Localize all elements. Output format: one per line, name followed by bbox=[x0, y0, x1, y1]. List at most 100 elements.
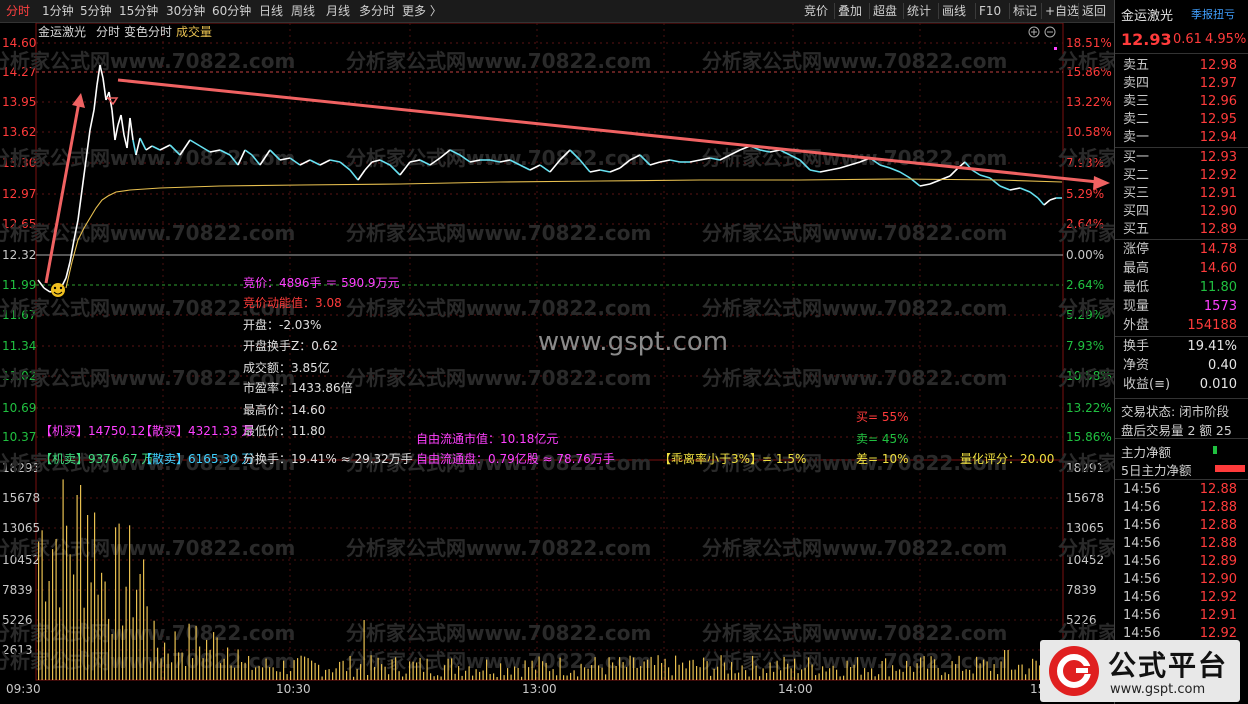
volume-bar bbox=[678, 664, 680, 680]
period-tab-15min[interactable]: 15分钟 bbox=[119, 0, 158, 22]
volume-bar bbox=[731, 662, 733, 680]
price-line-segment bbox=[329, 159, 341, 163]
volume-bar bbox=[864, 668, 866, 680]
volume-bar bbox=[465, 670, 467, 680]
overlay-button[interactable]: 叠加 bbox=[838, 0, 862, 22]
add-watchlist-button[interactable]: +自选 bbox=[1045, 0, 1079, 22]
quote-stat-row: 最高 14.60 bbox=[1121, 260, 1245, 278]
period-tab-more[interactable]: 更多 〉 bbox=[402, 0, 442, 22]
volume-bar bbox=[745, 670, 747, 680]
volume-bar bbox=[377, 657, 379, 680]
volume-bar bbox=[304, 656, 306, 680]
volume-bar bbox=[335, 668, 337, 680]
period-tab-5min[interactable]: 5分钟 bbox=[80, 0, 112, 22]
volume-bar bbox=[948, 674, 950, 680]
period-tab-1min[interactable]: 1分钟 bbox=[42, 0, 74, 22]
back-button[interactable]: 返回 bbox=[1082, 0, 1106, 22]
draw-button[interactable]: 画线 bbox=[942, 0, 966, 22]
ask-row-value: 12.94 bbox=[1199, 130, 1237, 145]
volume-bar bbox=[402, 676, 404, 680]
super-button[interactable]: 超盘 bbox=[873, 0, 897, 22]
volume-bar bbox=[486, 659, 488, 680]
chart-volume-label: 成交量 bbox=[176, 24, 212, 39]
price-tick-label: 12.97 bbox=[2, 187, 36, 201]
volume-bar bbox=[871, 668, 873, 680]
intraday-chart[interactable]: 14.60 18.51% 14.27 15.86% 13.95 13.22% 13.62 10… bbox=[0, 23, 1114, 704]
volume-bar bbox=[920, 657, 922, 680]
chart-variant-label: 变色分时 bbox=[124, 24, 172, 39]
volume-bar bbox=[115, 527, 117, 680]
volume-bar bbox=[514, 666, 516, 680]
zoom-in-icon[interactable] bbox=[1028, 26, 1040, 38]
period-tab-30min[interactable]: 30分钟 bbox=[166, 0, 205, 22]
intraday-chart-svg: 14.60 18.51%14.27 15.86%13.95 13.22%13.62 10… bbox=[0, 23, 1114, 696]
ask-row: 卖四 12.97 bbox=[1121, 75, 1245, 93]
volume-bar bbox=[97, 594, 99, 680]
volume-bar bbox=[101, 572, 103, 680]
auction-button[interactable]: 竞价 bbox=[804, 0, 828, 22]
volume-bar bbox=[496, 677, 498, 680]
volume-bar bbox=[892, 665, 894, 680]
volume-bar bbox=[87, 515, 89, 680]
period-tab-60min[interactable]: 60分钟 bbox=[212, 0, 251, 22]
volume-bar bbox=[237, 649, 239, 680]
statistics-button[interactable]: 统计 bbox=[907, 0, 931, 22]
tick-row-value: 12.91 bbox=[1199, 608, 1237, 623]
period-tab-month[interactable]: 月线 bbox=[326, 0, 350, 22]
volume-bar bbox=[755, 665, 757, 680]
price-line-segment bbox=[126, 117, 131, 149]
volume-bar bbox=[874, 676, 876, 680]
price-tick-label: 11.34 bbox=[2, 339, 36, 353]
volume-bar bbox=[472, 675, 474, 680]
price-line bbox=[37, 64, 1062, 293]
stock-tag[interactable]: 季报扭亏 bbox=[1191, 6, 1235, 22]
volume-bar bbox=[1007, 650, 1009, 680]
period-tab-day[interactable]: 日线 bbox=[259, 0, 283, 22]
tick-row-label: 14:56 bbox=[1123, 572, 1161, 587]
volume-bar bbox=[111, 634, 113, 680]
volume-bar bbox=[664, 658, 666, 680]
period-tab-intraday[interactable]: 分时 bbox=[6, 0, 30, 22]
toolbar-separator bbox=[1041, 3, 1042, 19]
volume-bar bbox=[878, 674, 880, 680]
volume-bar bbox=[622, 662, 624, 680]
volume-bar bbox=[993, 664, 995, 680]
volume-bar bbox=[675, 655, 677, 680]
volume-bar bbox=[790, 668, 792, 680]
watermark-text: 分析家公式网www.70822.com bbox=[1058, 536, 1114, 560]
quote-stat-row-value: 0.40 bbox=[1208, 358, 1237, 373]
quote-panel: 金运激光 季报扭亏 12.93 0.61 4.95% 交易状态: 闭市阶段 盘后… bbox=[1115, 0, 1248, 704]
price-line-segment bbox=[589, 169, 601, 173]
period-tab-week[interactable]: 周线 bbox=[291, 0, 315, 22]
period-tab-multi-intraday[interactable]: 多分时 bbox=[359, 0, 395, 22]
mark-button[interactable]: 标记 bbox=[1013, 0, 1037, 22]
divider bbox=[1115, 336, 1248, 337]
period-turnover: 分换手：19.41% ≈ 29.32万手 bbox=[243, 452, 413, 466]
volume-bar bbox=[1035, 660, 1037, 680]
period-toolbar: 分时 1分钟 5分钟 15分钟 30分钟 60分钟 日线 周线 月线 多分时 更多 〉 竞价 叠加 超盘统… bbox=[0, 0, 1114, 23]
volume-bar bbox=[986, 661, 988, 680]
volume-bar bbox=[409, 661, 411, 680]
volume-bar bbox=[479, 671, 481, 680]
toolbar-separator bbox=[903, 3, 904, 19]
price-line-segment bbox=[919, 183, 931, 187]
volume-tick-label: 7839 bbox=[2, 583, 33, 597]
volume-bar bbox=[493, 673, 495, 680]
volume-bar bbox=[689, 660, 691, 680]
price-line-segment bbox=[111, 109, 116, 141]
ask-row-label: 卖一 bbox=[1123, 130, 1150, 145]
volume-bar bbox=[671, 675, 673, 680]
divider bbox=[1115, 239, 1248, 240]
zoom-out-icon[interactable] bbox=[1044, 26, 1056, 38]
volume-tick-label: 13065 bbox=[2, 521, 40, 535]
volume-bar bbox=[990, 670, 992, 680]
watermark-text: 分析家公式网www.70822.com bbox=[702, 221, 1007, 245]
tick-row-label: 14:56 bbox=[1123, 536, 1161, 551]
volume-bar bbox=[405, 673, 407, 680]
f10-button[interactable]: F10 bbox=[979, 0, 1001, 22]
volume-bar bbox=[734, 673, 736, 680]
watermark-text: 分析家公式网www.70822.com bbox=[1058, 49, 1114, 73]
volume-bar bbox=[1014, 669, 1016, 680]
tick-row-label: 14:56 bbox=[1123, 500, 1161, 515]
gspt-logo: 公式平台 www.gspt.com bbox=[1040, 640, 1240, 702]
